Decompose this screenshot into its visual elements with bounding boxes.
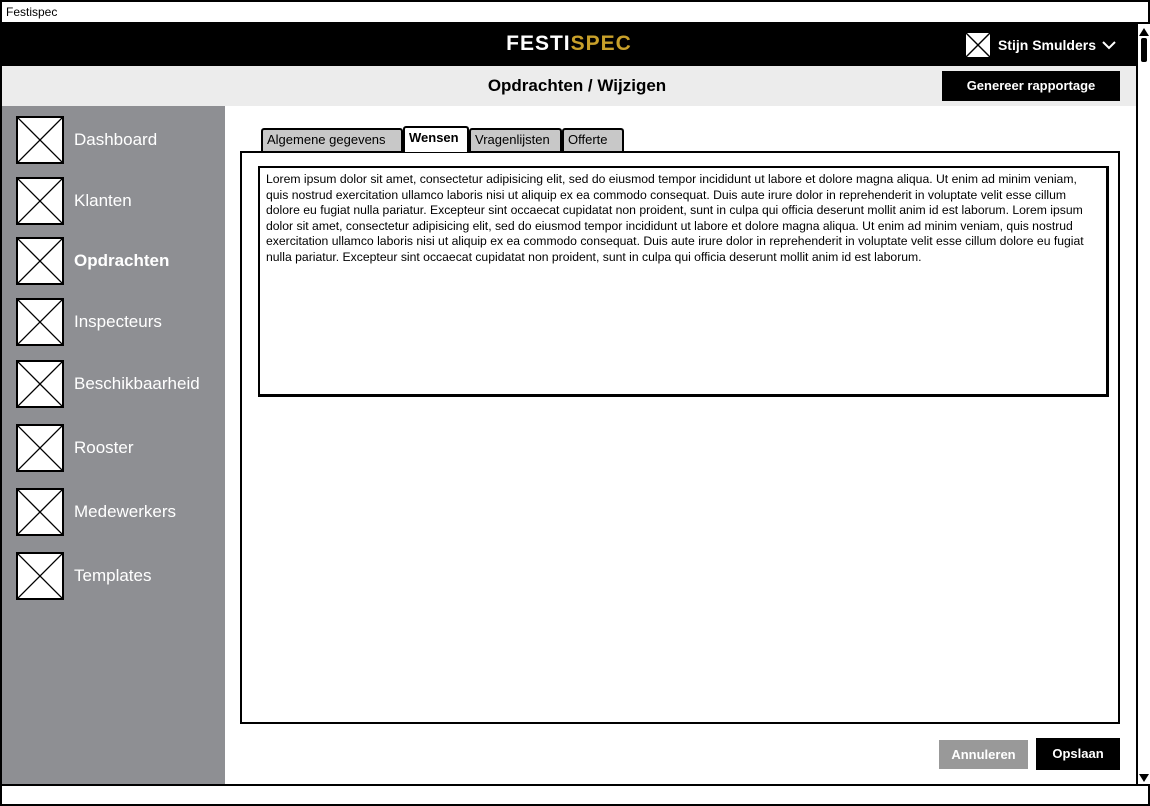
sidebar-item-dashboard[interactable]: Dashboard [16,114,216,166]
generate-report-button[interactable]: Genereer rapportage [942,71,1120,101]
wensen-textarea[interactable]: Lorem ipsum dolor sit amet, consectetur … [258,166,1109,397]
brand-part-2: SPEC [570,32,632,55]
sidebar-item-rooster[interactable]: Rooster [16,422,216,474]
scroll-up-arrow-icon[interactable] [1139,28,1149,36]
klanten-placeholder-icon [16,177,64,225]
window-titlebar: Festispec [2,2,1148,24]
user-menu[interactable]: Stijn Smulders [963,30,1116,60]
tab-algemene-gegevens[interactable]: Algemene gegevens [261,128,403,152]
page-header: Opdrachten / Wijzigen Genereer rapportag… [2,66,1136,106]
sidebar-item-label: Opdrachten [74,251,170,270]
sidebar: Dashboard Klanten Opdrachten Inspecteurs… [2,106,225,784]
sidebar-item-label: Rooster [74,438,134,457]
scroll-down-arrow-icon[interactable] [1139,774,1149,782]
sidebar-item-opdrachten[interactable]: Opdrachten [16,235,216,287]
tab-panel: Lorem ipsum dolor sit amet, consectetur … [240,151,1120,724]
cancel-button[interactable]: Annuleren [939,740,1028,769]
avatar-placeholder-icon [963,31,992,59]
app-window: Festispec FESTISPEC Stijn Smulders Opdra… [0,0,1150,806]
inspecteurs-placeholder-icon [16,298,64,346]
sidebar-item-label: Medewerkers [74,502,177,521]
sidebar-item-label: Dashboard [74,130,158,149]
scroll-thumb[interactable] [1141,38,1147,62]
top-navbar: FESTISPEC Stijn Smulders [2,24,1136,66]
sidebar-item-label: Beschikbaarheid [74,374,200,393]
dashboard-placeholder-icon [16,116,64,164]
sidebar-item-label: Klanten [74,191,132,210]
sidebar-item-templates[interactable]: Templates [16,550,216,602]
vertical-scrollbar[interactable] [1136,24,1150,784]
brand-part-1: FESTI [506,32,571,55]
opdrachten-placeholder-icon [16,237,64,285]
sidebar-item-medewerkers[interactable]: Medewerkers [16,486,216,538]
sidebar-item-label: Templates [74,566,152,585]
medewerkers-placeholder-icon [16,488,64,536]
sidebar-item-inspecteurs[interactable]: Inspecteurs [16,296,216,348]
sidebar-item-label: Inspecteurs [74,312,162,331]
main-content: Algemene gegevens Wensen Vragenlijsten O… [225,106,1136,784]
sidebar-item-beschikbaarheid[interactable]: Beschikbaarheid [16,358,216,410]
user-name: Stijn Smulders [997,37,1096,53]
sidebar-item-klanten[interactable]: Klanten [16,175,216,227]
tab-vragenlijsten[interactable]: Vragenlijsten [469,128,562,152]
rooster-placeholder-icon [16,424,64,472]
save-button[interactable]: Opslaan [1036,738,1120,770]
status-bar [2,784,1148,804]
templates-placeholder-icon [16,552,64,600]
chevron-down-icon [1102,41,1116,50]
tab-offerte[interactable]: Offerte [562,128,624,152]
window-title: Festispec [6,5,58,19]
tab-wensen[interactable]: Wensen [403,126,469,152]
beschikbaarheid-placeholder-icon [16,360,64,408]
